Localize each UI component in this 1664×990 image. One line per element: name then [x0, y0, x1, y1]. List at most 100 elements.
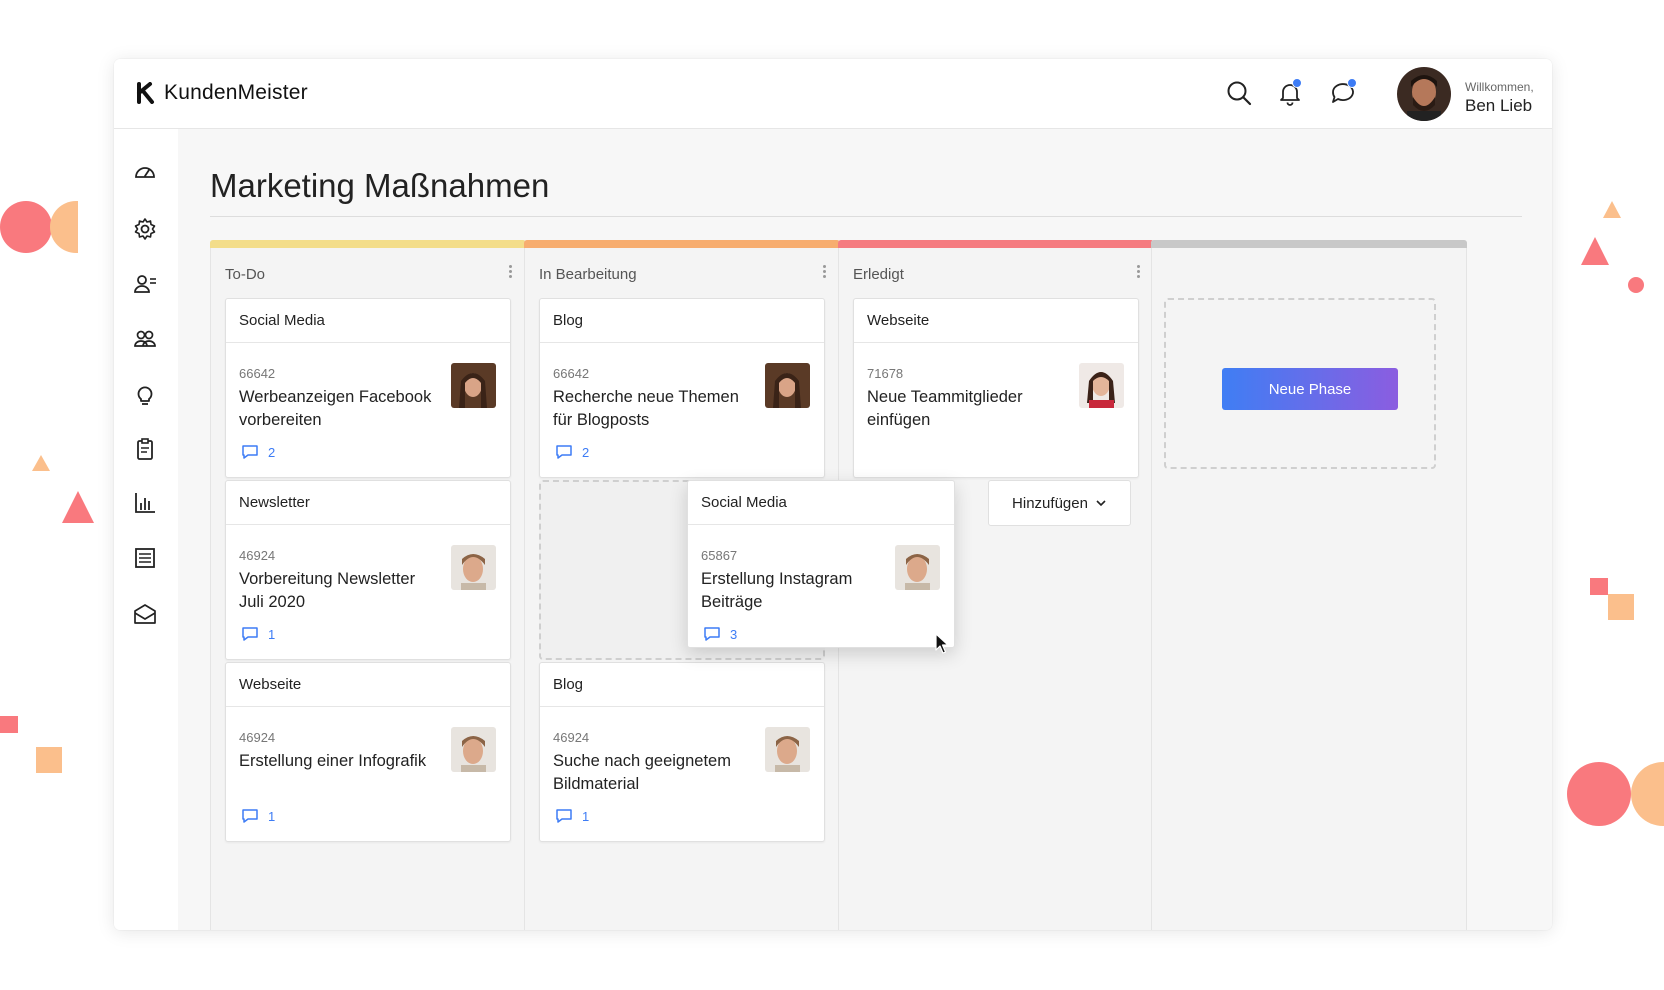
sidebar-item-mail[interactable] — [132, 601, 158, 627]
assignee-avatar — [451, 545, 496, 590]
task-card[interactable]: Social Media 66642 Werbeanzeigen Faceboo… — [225, 298, 511, 478]
sidebar-item-team[interactable] — [132, 325, 158, 351]
assignee-avatar — [765, 363, 810, 408]
comments-link[interactable]: 1 — [555, 808, 589, 824]
avatar-woman-brown-hair — [765, 363, 810, 408]
card-title: Werbeanzeigen Facebook vorbereiten — [239, 388, 432, 429]
column-color-bar — [1151, 240, 1467, 248]
deco-triangle-orange — [32, 455, 50, 471]
column-menu-icon[interactable] — [1135, 263, 1141, 283]
card-title: Recherche neue Themen für Blogposts — [553, 388, 739, 429]
column-menu-icon[interactable] — [821, 263, 827, 283]
card-title: Erstellung einer Infografik — [239, 752, 427, 770]
comment-count: 1 — [268, 808, 276, 824]
sidebar-item-dashboard[interactable] — [132, 159, 158, 185]
comment-count: 2 — [268, 444, 276, 460]
assignee-avatar — [451, 727, 496, 772]
search-button[interactable] — [1224, 78, 1254, 108]
welcome-block: Willkommen, Ben Lieb — [1465, 80, 1534, 116]
user-avatar[interactable] — [1397, 67, 1451, 121]
comments-link[interactable]: 2 — [241, 444, 275, 460]
comment-count: 3 — [730, 626, 738, 642]
card-number: 66642 — [239, 366, 276, 381]
column-menu-icon[interactable] — [507, 263, 513, 283]
avatar-man-light-hair — [451, 545, 496, 590]
card-category: Blog — [540, 663, 824, 707]
notifications-button[interactable] — [1275, 78, 1305, 108]
column-title: In Bearbeitung — [539, 266, 637, 283]
comment-icon — [242, 809, 258, 823]
card-title: Suche nach geeignetem Bildmaterial — [553, 752, 731, 793]
comment-icon — [242, 445, 258, 459]
card-category: Social Media — [688, 481, 954, 525]
assignee-avatar — [451, 363, 496, 408]
sidebar — [114, 129, 178, 930]
comments-link[interactable]: 1 — [241, 626, 275, 642]
chart-icon — [135, 493, 155, 513]
message-dot — [1347, 78, 1357, 88]
add-dropdown-button[interactable]: Hinzufügen — [988, 480, 1131, 526]
card-title: Erstellung Instagram Beiträge — [701, 570, 853, 611]
column-color-bar — [524, 240, 840, 248]
comment-icon — [556, 809, 572, 823]
column-title: Erledigt — [853, 266, 904, 283]
settings-icon — [134, 218, 156, 240]
title-divider — [210, 216, 1522, 217]
avatar-man-light-hair — [765, 727, 810, 772]
dragging-task-card[interactable]: Social Media 65867 Erstellung Instagram … — [687, 480, 955, 648]
column-color-bar — [210, 240, 526, 248]
card-category: Webseite — [226, 663, 510, 707]
deco-circle-red-right — [1567, 762, 1631, 826]
comments-link[interactable]: 3 — [703, 626, 737, 642]
avatar-woman-brown-hair — [451, 363, 496, 408]
contacts-icon — [134, 275, 156, 293]
logo-text: KundenMeister — [164, 81, 308, 104]
task-card[interactable]: Blog 46924 Suche nach geeignetem Bildmat… — [539, 662, 825, 842]
deco-half-circle-orange — [50, 201, 78, 253]
deco-square-red-right — [1590, 578, 1608, 595]
assignee-avatar — [895, 545, 940, 590]
sidebar-item-lists[interactable] — [132, 545, 158, 571]
column-todo: To-Do Social Media 66642 Werbeanzeigen F… — [210, 240, 526, 930]
task-card[interactable]: Blog 66642 Recherche neue Themen für Blo… — [539, 298, 825, 478]
deco-dot-red-right — [1628, 277, 1644, 293]
sidebar-item-settings[interactable] — [132, 216, 158, 242]
deco-square-orange — [36, 747, 62, 773]
deco-square-red — [0, 716, 18, 733]
search-icon — [1227, 81, 1252, 106]
user-name: Ben Lieb — [1465, 96, 1533, 115]
sidebar-item-ideas[interactable] — [132, 382, 158, 408]
avatar-man-light-hair — [895, 545, 940, 590]
sidebar-item-contacts[interactable] — [132, 271, 158, 297]
idea-icon — [137, 386, 153, 405]
welcome-label: Willkommen, — [1465, 80, 1534, 94]
mouse-cursor-icon — [935, 633, 949, 654]
task-card[interactable]: Webseite 46924 Erstellung einer Infograf… — [225, 662, 511, 842]
card-number: 71678 — [867, 366, 904, 381]
logo[interactable]: KundenMeister — [136, 81, 308, 105]
comments-link[interactable]: 1 — [241, 808, 275, 824]
logo-k-icon — [137, 82, 154, 104]
comments-link[interactable]: 2 — [555, 444, 589, 460]
deco-square-orange-right — [1608, 594, 1634, 620]
comment-icon — [556, 445, 572, 459]
sidebar-item-reports[interactable] — [132, 490, 158, 516]
team-icon — [134, 330, 156, 347]
card-number: 46924 — [239, 548, 276, 563]
comment-icon — [242, 627, 258, 641]
deco-half-circle-orange-right — [1631, 762, 1664, 826]
card-category: Newsletter — [226, 481, 510, 525]
sidebar-item-tasks[interactable] — [132, 436, 158, 462]
dashboard-icon — [135, 167, 155, 178]
card-category: Webseite — [854, 299, 1138, 343]
avatar-image — [1397, 67, 1451, 121]
deco-circle-red — [0, 201, 52, 253]
chevron-down-icon — [1096, 500, 1106, 507]
card-number: 66642 — [553, 366, 590, 381]
card-category: Blog — [540, 299, 824, 343]
new-phase-button[interactable]: Neue Phase — [1222, 368, 1398, 410]
task-card[interactable]: Newsletter 46924 Vorbereitung Newsletter… — [225, 480, 511, 660]
page-title: Marketing Maßnahmen — [210, 167, 550, 204]
task-card[interactable]: Webseite 71678 Neue Teammitglieder einfü… — [853, 298, 1139, 478]
messages-button[interactable] — [1328, 78, 1358, 108]
